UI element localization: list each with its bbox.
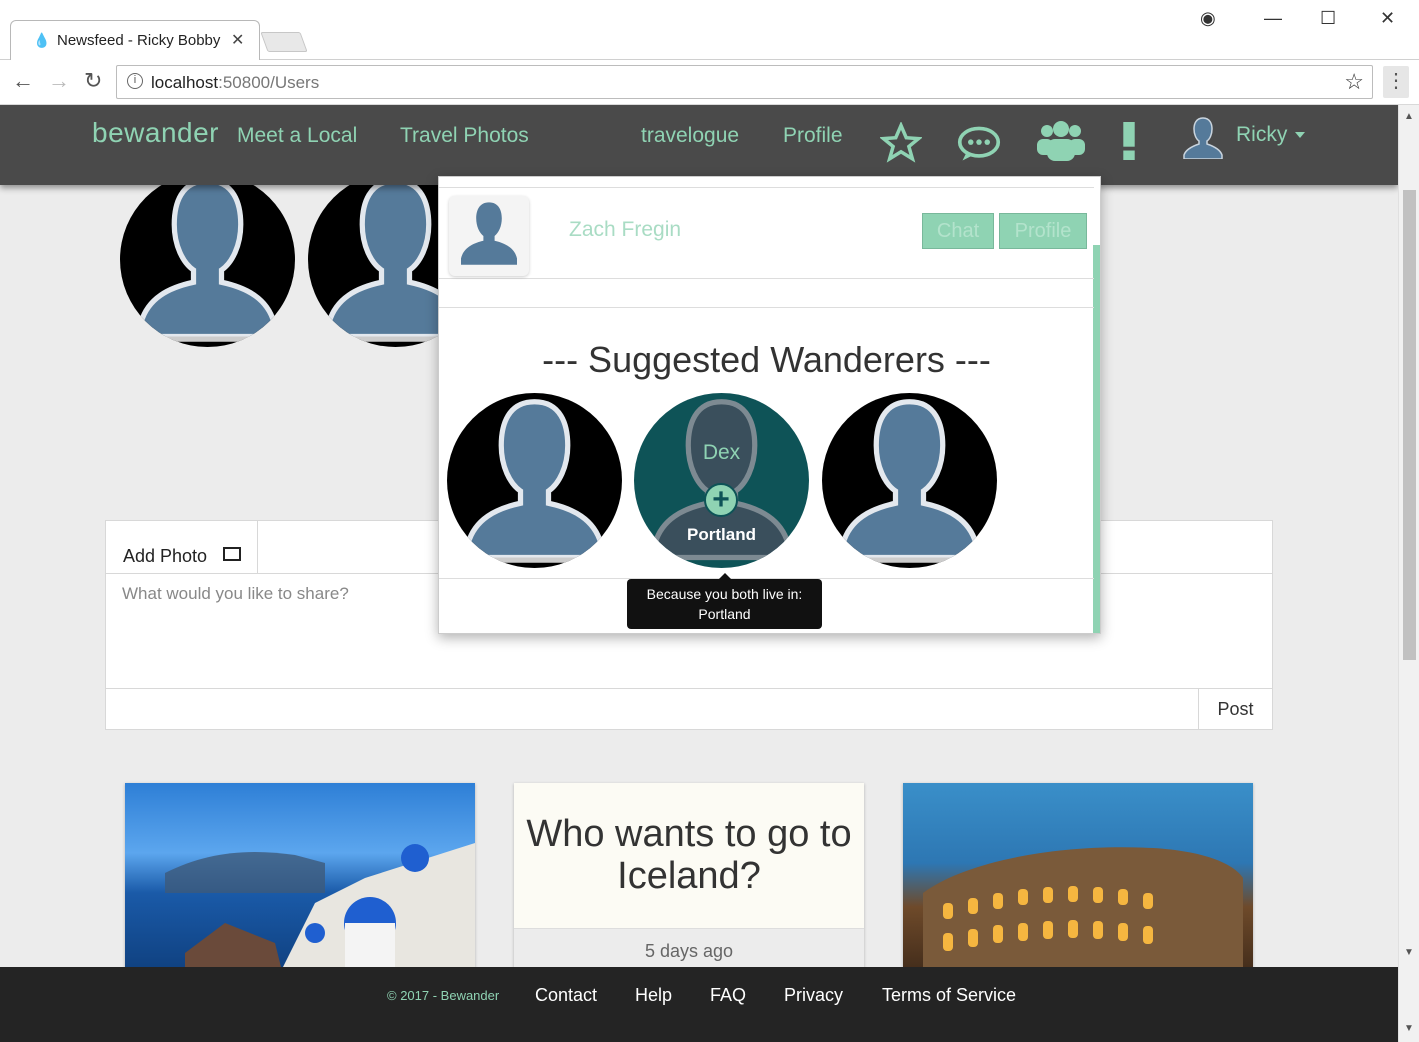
photo-card-santorini[interactable] <box>125 783 475 983</box>
footer-link-privacy[interactable]: Privacy <box>784 985 843 1006</box>
add-friend-plus-icon[interactable]: + <box>704 483 738 517</box>
suggested-wanderer-dex[interactable]: Dex + Portland <box>634 393 809 568</box>
person-silhouette-icon <box>461 202 517 265</box>
friend-avatar[interactable] <box>120 172 295 347</box>
text-post-card[interactable]: Who wants to go to Iceland? 5 days ago <box>514 783 864 983</box>
account-icon[interactable]: ◉ <box>1200 8 1216 29</box>
address-bar[interactable]: i localhost:50800/Users ☆ <box>116 65 1373 99</box>
brand-logo[interactable]: bewander <box>92 117 219 149</box>
tooltip-line-1: Because you both live in: <box>646 586 803 602</box>
chat-bubble-icon[interactable] <box>957 125 1001 163</box>
text-post-question: Who wants to go to Iceland? <box>526 813 852 897</box>
profile-button[interactable]: Profile <box>999 213 1087 249</box>
user-menu[interactable]: Ricky <box>1236 123 1287 147</box>
divider <box>439 307 1094 308</box>
colosseum-photo <box>923 847 1243 983</box>
footer-link-faq[interactable]: FAQ <box>710 985 746 1006</box>
browser-tab[interactable]: 💧 Newsfeed - Ricky Bobby ✕ <box>10 20 260 60</box>
nav-travelogue[interactable]: travelogue <box>641 124 739 148</box>
tab-title: Newsfeed - Ricky Bobby <box>57 32 221 49</box>
star-icon[interactable] <box>880 122 922 164</box>
scroll-down-icon[interactable]: ▼ <box>1404 947 1414 958</box>
bewander-favicon-icon: 💧 <box>33 32 51 48</box>
footer-link-contact[interactable]: Contact <box>535 985 597 1006</box>
scroll-down-icon[interactable]: ▼ <box>1404 1023 1414 1034</box>
browser-menu-icon[interactable]: ⋮ <box>1383 66 1409 98</box>
chevron-down-icon[interactable] <box>1295 132 1305 138</box>
group-icon[interactable] <box>1037 119 1085 163</box>
nav-profile[interactable]: Profile <box>783 124 843 148</box>
page-scrollbar[interactable]: ▲ ▼ ▼ <box>1398 105 1419 1042</box>
page-viewport: bewander Meet a Local Travel Photos trav… <box>0 105 1398 1042</box>
page-footer: © 2017 - Bewander Contact Help FAQ Priva… <box>0 967 1398 1042</box>
person-silhouette-icon <box>839 399 980 563</box>
wanderer-city: Portland <box>687 525 756 544</box>
user-avatar[interactable] <box>1182 115 1224 159</box>
friend-name[interactable]: Zach Fregin <box>569 218 681 242</box>
person-silhouette-icon <box>464 399 605 563</box>
back-icon[interactable]: ← <box>12 68 34 94</box>
app-navbar: bewander Meet a Local Travel Photos trav… <box>0 105 1398 185</box>
reload-icon[interactable]: ↻ <box>84 68 102 94</box>
footer-link-help[interactable]: Help <box>635 985 672 1006</box>
info-icon[interactable]: i <box>127 73 143 89</box>
nav-meet-a-local[interactable]: Meet a Local <box>237 124 357 148</box>
forward-icon[interactable]: → <box>48 68 70 94</box>
suggested-wanderer-avatar[interactable] <box>822 393 997 568</box>
photo-card-colosseum[interactable] <box>903 783 1253 983</box>
minimize-icon[interactable]: — <box>1264 8 1282 29</box>
new-tab-button[interactable] <box>260 32 308 52</box>
add-photo-button[interactable]: Add Photo <box>106 521 258 573</box>
scroll-up-icon[interactable]: ▲ <box>1404 111 1414 122</box>
post-button[interactable]: Post <box>1198 689 1272 729</box>
close-tab-icon[interactable]: ✕ <box>231 30 244 50</box>
copyright-text: © 2017 - Bewander <box>387 988 500 1003</box>
url-text: localhost:50800/Users <box>151 73 320 92</box>
friend-avatar[interactable] <box>449 196 529 276</box>
maximize-icon[interactable]: ☐ <box>1320 8 1336 29</box>
tooltip-line-2: Portland <box>698 606 751 622</box>
panel-scrollbar[interactable] <box>1093 245 1100 633</box>
friends-dropdown-panel: Zach Fregin Chat Profile --- Suggested W… <box>438 176 1101 634</box>
friend-row: Zach Fregin Chat Profile <box>439 187 1094 279</box>
bookmark-star-icon[interactable]: ☆ <box>1344 69 1364 95</box>
wanderer-name: Dex <box>702 441 741 464</box>
browser-tabstrip: 💧 Newsfeed - Ricky Bobby ✕ ◉ — ☐ ✕ <box>0 0 1419 60</box>
suggestion-reason-tooltip: Because you both live in: Portland <box>627 579 822 629</box>
nav-travel-photos[interactable]: Travel Photos <box>400 124 529 148</box>
close-window-icon[interactable]: ✕ <box>1380 8 1395 29</box>
footer-link-terms[interactable]: Terms of Service <box>882 985 1016 1006</box>
suggested-wanderer-avatar[interactable] <box>447 393 622 568</box>
add-photo-label: Add Photo <box>123 546 208 566</box>
scroll-thumb[interactable] <box>1403 190 1416 660</box>
chat-button[interactable]: Chat <box>922 213 994 249</box>
browser-toolbar: ← → ↻ i localhost:50800/Users ☆ ⋮ <box>0 60 1419 105</box>
person-silhouette-icon <box>137 178 278 342</box>
suggested-wanderers-title: --- Suggested Wanderers --- <box>542 339 991 380</box>
image-icon <box>223 547 241 561</box>
santorini-photo <box>165 843 475 983</box>
alert-icon[interactable] <box>1120 122 1138 160</box>
